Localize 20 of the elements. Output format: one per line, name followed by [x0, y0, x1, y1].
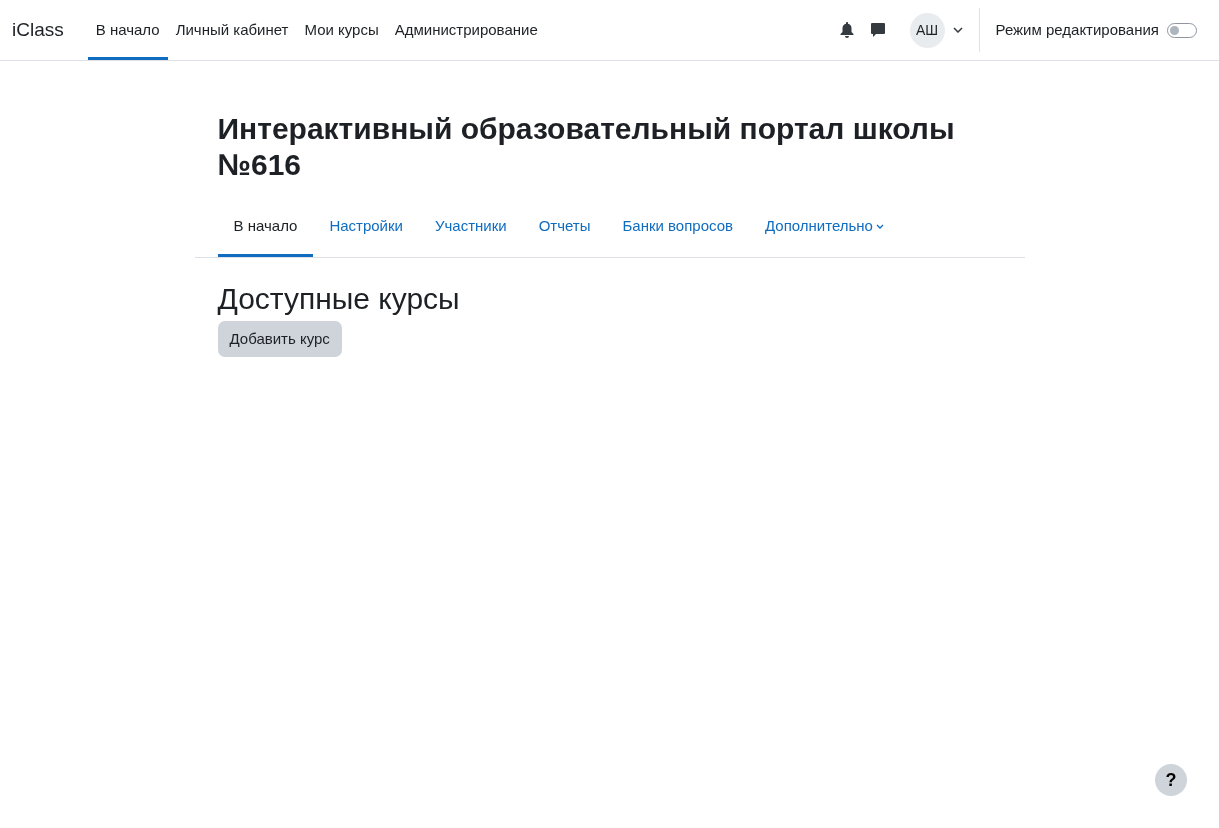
add-course-button[interactable]: Добавить курс: [217, 320, 342, 357]
course-tab[interactable]: Банки вопросов: [606, 203, 749, 257]
nav-link[interactable]: В начало: [87, 0, 168, 60]
help-button[interactable]: ?: [1155, 764, 1187, 796]
course-tab[interactable]: Участники: [418, 203, 523, 257]
course-tab[interactable]: Дополнительно: [749, 203, 900, 257]
course-tab[interactable]: Отчеты: [522, 203, 607, 257]
section-heading: Доступные курсы: [216, 281, 461, 315]
course-tab[interactable]: Настройки: [313, 203, 419, 257]
edit-mode-label: Режим редактирования: [995, 19, 1159, 40]
notification-bell-icon[interactable]: [839, 22, 854, 38]
page-title: Интерактивный образовательный портал школы №616: [216, 111, 956, 183]
nav-link[interactable]: Администрирование: [386, 0, 546, 60]
course-tab[interactable]: В начало: [217, 203, 314, 257]
user-avatar[interactable]: АШ: [909, 12, 945, 48]
brand-logo[interactable]: iClass: [12, 15, 64, 45]
nav-link[interactable]: Мои курсы: [296, 0, 387, 60]
chat-bubble-icon[interactable]: [869, 22, 886, 38]
nav-link[interactable]: Личный кабинет: [167, 0, 297, 60]
chevron-down-icon[interactable]: [952, 27, 963, 33]
